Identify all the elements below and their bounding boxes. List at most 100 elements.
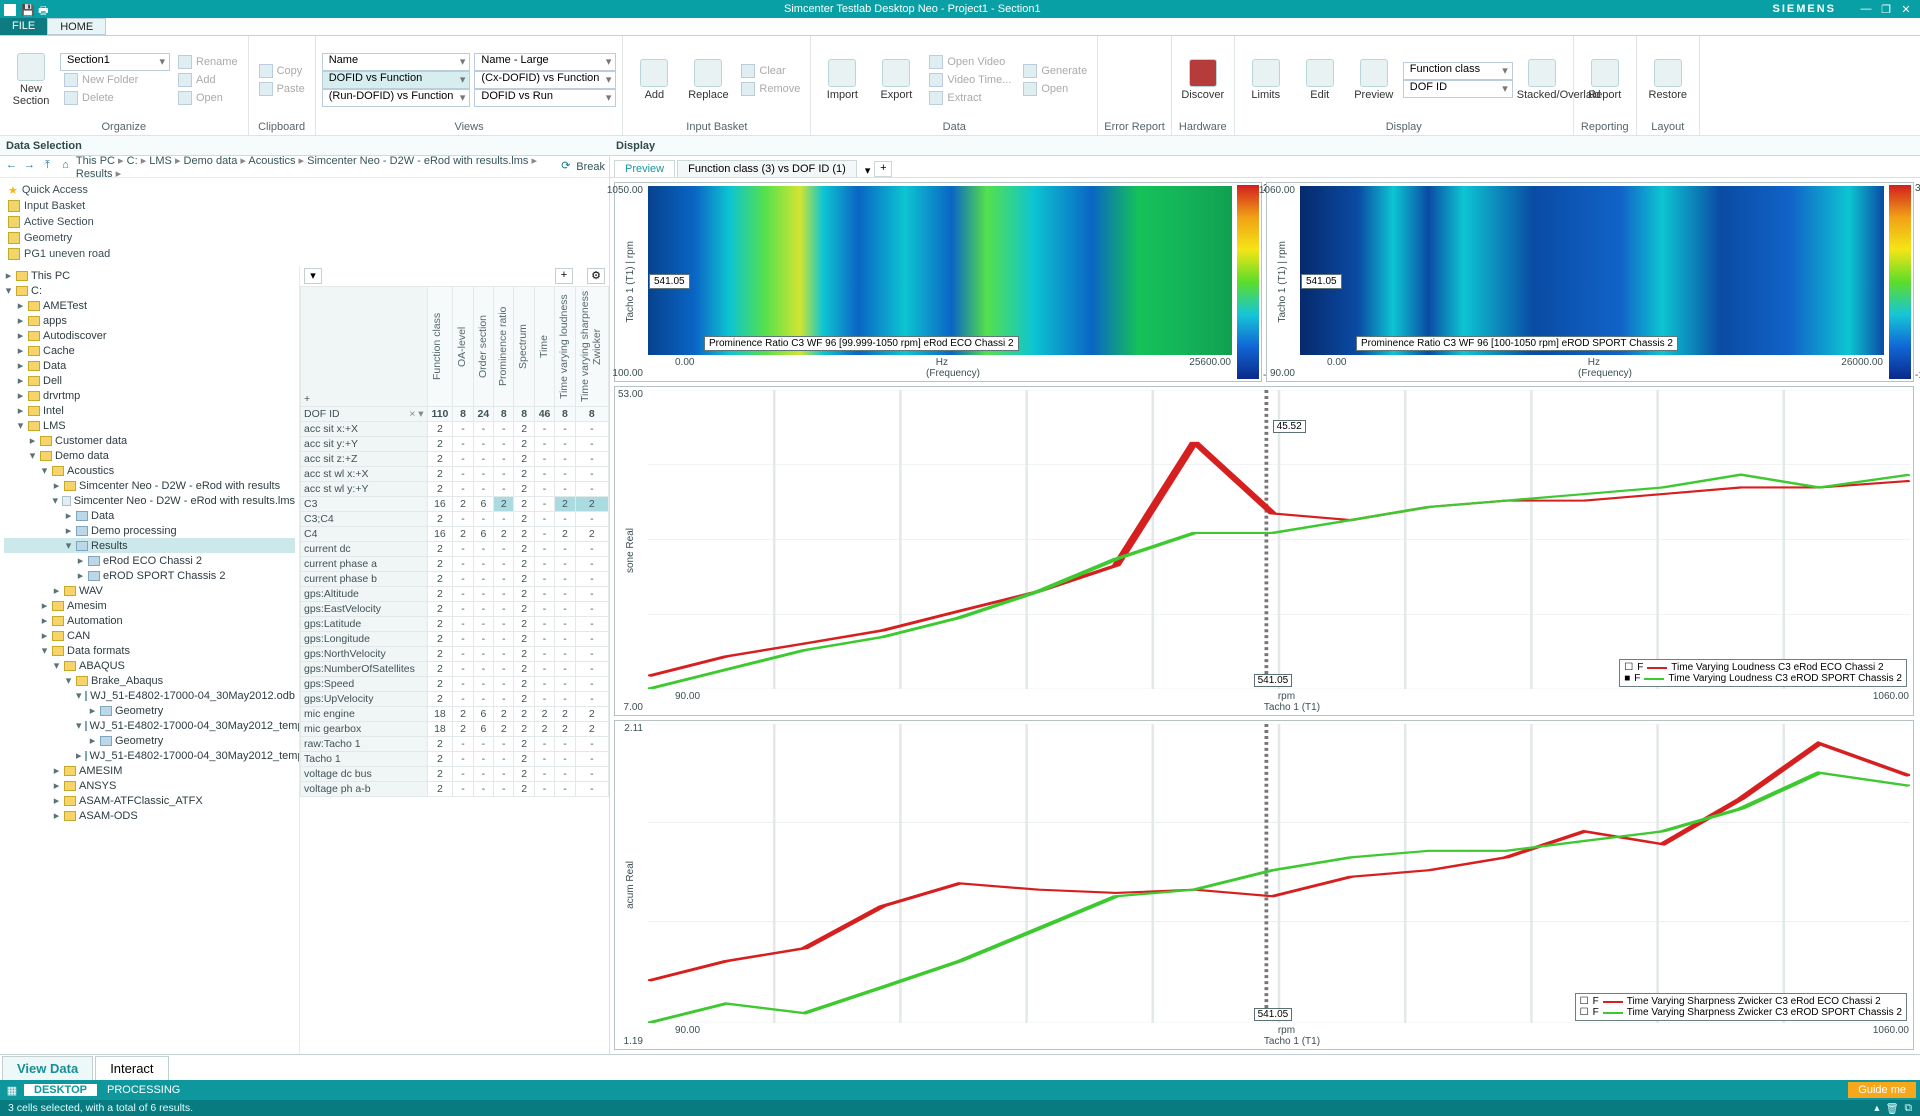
mode-processing[interactable]: PROCESSING [97, 1084, 190, 1096]
menu-home[interactable]: HOME [47, 18, 106, 35]
tree-node[interactable]: ▸Data [4, 508, 295, 523]
folder-tree[interactable]: ▸This PC▾C:▸AMETest▸apps▸Autodiscover▸Ca… [0, 266, 300, 1054]
tree-node[interactable]: ▾Acoustics [4, 463, 295, 478]
tree-node[interactable]: ▸ANSYS [4, 778, 295, 793]
nav-back-icon[interactable]: ← [4, 159, 19, 175]
new-section-button[interactable]: New Section [6, 53, 56, 107]
pivot-table[interactable]: +Function classOA-levelOrder sectionProm… [300, 286, 609, 797]
dof-select[interactable]: DOF ID [1403, 80, 1513, 98]
tree-node[interactable]: ▾LMS [4, 418, 295, 433]
discover-button[interactable]: Discover [1178, 59, 1228, 101]
view-name-large[interactable]: Name - Large [474, 53, 616, 71]
qat-save-icon[interactable]: 💾 [21, 4, 33, 16]
settings-icon[interactable]: ⚙ [587, 268, 605, 284]
tree-node[interactable]: ▸eRod ECO Chassi 2 [4, 553, 295, 568]
tree-node[interactable]: ▸WAV [4, 583, 295, 598]
tree-node[interactable]: ▸CAN [4, 628, 295, 643]
status-up-icon[interactable]: ▴ [1874, 1102, 1879, 1114]
view-dofid-func[interactable]: DOFID vs Function [322, 71, 471, 89]
status-trash-icon[interactable]: 🗑 [1885, 1102, 1898, 1115]
report-button[interactable]: Report [1580, 59, 1630, 101]
tab-fc-vs-dof[interactable]: Function class (3) vs DOF ID (1) [677, 160, 857, 177]
minimize-button[interactable]: — [1856, 3, 1876, 15]
tree-node[interactable]: ▾Simcenter Neo - D2W - eRod with results… [4, 493, 295, 508]
video-time[interactable]: Video Time... [925, 71, 1015, 89]
table-row[interactable]: raw:Tacho 12---2--- [301, 737, 609, 752]
table-row[interactable]: mic engine182622222 [301, 707, 609, 722]
apps-icon[interactable]: ▦ [0, 1084, 24, 1097]
tree-node[interactable]: ▸This PC [4, 268, 295, 283]
table-row[interactable]: gps:Speed2---2--- [301, 677, 609, 692]
table-row[interactable]: gps:Altitude2---2--- [301, 587, 609, 602]
breadcrumb-item[interactable]: Simcenter Neo - D2W - eRod with results.… [307, 155, 528, 167]
add-col-button[interactable]: + [555, 268, 573, 284]
breadcrumb-item[interactable]: Acoustics [248, 155, 295, 167]
view-rundofid-func[interactable]: (Run-DOFID) vs Function [322, 89, 471, 107]
tree-node[interactable]: ▸ASAM-ODS [4, 808, 295, 823]
table-row[interactable]: gps:EastVelocity2---2--- [301, 602, 609, 617]
tree-node[interactable]: ▾WJ_51-E4802-17000-04_30May2012_temp1.od… [4, 718, 295, 733]
table-row[interactable]: gps:Longitude2---2--- [301, 632, 609, 647]
view-dofid-run[interactable]: DOFID vs Run [474, 89, 616, 107]
view-name[interactable]: Name [322, 53, 471, 71]
edit-button[interactable]: Edit [1295, 59, 1345, 101]
table-row[interactable]: voltage dc bus2---2--- [301, 767, 609, 782]
delete-button[interactable]: Delete [60, 89, 170, 107]
preview-button[interactable]: Preview [1349, 59, 1399, 101]
table-row[interactable]: acc sit y:+Y2---2--- [301, 437, 609, 452]
limits-button[interactable]: Limits [1241, 59, 1291, 101]
table-row[interactable]: gps:NorthVelocity2---2--- [301, 647, 609, 662]
tree-node[interactable]: ▸WJ_51-E4802-17000-04_30May2012_temp.odb [4, 748, 295, 763]
status-copy-icon[interactable]: ⧉ [1905, 1102, 1913, 1115]
tree-node[interactable]: ▸Geometry [4, 733, 295, 748]
table-row[interactable]: gps:NumberOfSatellites2---2--- [301, 662, 609, 677]
tree-node[interactable]: ▸Demo processing [4, 523, 295, 538]
open-button[interactable]: Open [174, 89, 242, 107]
tab-preview[interactable]: Preview [614, 160, 675, 177]
nav-up-icon[interactable]: ⤒ [40, 159, 55, 175]
new-folder-button[interactable]: New Folder [60, 71, 170, 89]
table-row[interactable]: voltage ph a-b2---2--- [301, 782, 609, 797]
maximize-button[interactable]: ❐ [1876, 3, 1896, 16]
fc-select[interactable]: Function class [1403, 62, 1513, 80]
tree-node[interactable]: ▸Geometry [4, 703, 295, 718]
basket-remove[interactable]: Remove [737, 80, 804, 98]
table-row[interactable]: C3;C42---2--- [301, 512, 609, 527]
tree-node[interactable]: ▸Customer data [4, 433, 295, 448]
quick-item[interactable]: Active Section [8, 214, 601, 230]
plot-spectrogram-eco[interactable]: 1050.00 Tacho 1 (T1) | rpm 100.00 541.05… [614, 182, 1262, 382]
tree-node[interactable]: ▾Brake_Abaqus [4, 673, 295, 688]
table-row[interactable]: gps:UpVelocity2---2--- [301, 692, 609, 707]
tree-node[interactable]: ▸AMETest [4, 298, 295, 313]
tree-node[interactable]: ▸AMESIM [4, 763, 295, 778]
table-row[interactable]: mic gearbox182622222 [301, 722, 609, 737]
add-tab-button[interactable]: + [874, 161, 892, 177]
table-row[interactable]: acc st wl x:+X2---2--- [301, 467, 609, 482]
tree-node[interactable]: ▸Amesim [4, 598, 295, 613]
export-button[interactable]: Export [871, 59, 921, 101]
tab-view-data[interactable]: View Data [2, 1056, 93, 1080]
table-row[interactable]: acc st wl y:+Y2---2--- [301, 482, 609, 497]
mode-desktop[interactable]: DESKTOP [24, 1084, 97, 1096]
table-row[interactable]: acc sit z:+Z2---2--- [301, 452, 609, 467]
plot-loudness[interactable]: 53.00 sone Real 7.00 [614, 386, 1914, 716]
plot-spectrogram-sport[interactable]: 1060.00 Tacho 1 (T1) | rpm 90.00 541.05 … [1266, 182, 1914, 382]
table-row[interactable]: current dc2---2--- [301, 542, 609, 557]
basket-add-button[interactable]: Add [629, 59, 679, 101]
qat-print-icon[interactable]: 🖶 [38, 2, 50, 14]
tree-node[interactable]: ▸Cache [4, 343, 295, 358]
tree-node[interactable]: ▸Automation [4, 613, 295, 628]
stacked-button[interactable]: Stacked/Overlaid [1517, 59, 1567, 101]
tree-node[interactable]: ▾WJ_51-E4802-17000-04_30May2012.odb [4, 688, 295, 703]
import-button[interactable]: Import [817, 59, 867, 101]
section-combo[interactable]: Section1 [60, 53, 170, 71]
tab-dropdown-icon[interactable]: ▾ [865, 164, 871, 177]
nav-home-icon[interactable]: ⌂ [58, 159, 73, 175]
nav-fwd-icon[interactable]: → [22, 159, 37, 175]
tree-node[interactable]: ▾Results [4, 538, 295, 553]
table-row[interactable]: acc sit x:+X2---2--- [301, 422, 609, 437]
tree-node[interactable]: ▸Simcenter Neo - D2W - eRod with results [4, 478, 295, 493]
tree-node[interactable]: ▸Data [4, 358, 295, 373]
rename-button[interactable]: Rename [174, 53, 242, 71]
plot-sharpness[interactable]: 2.11 acum Real 1.19 [614, 720, 1914, 1050]
